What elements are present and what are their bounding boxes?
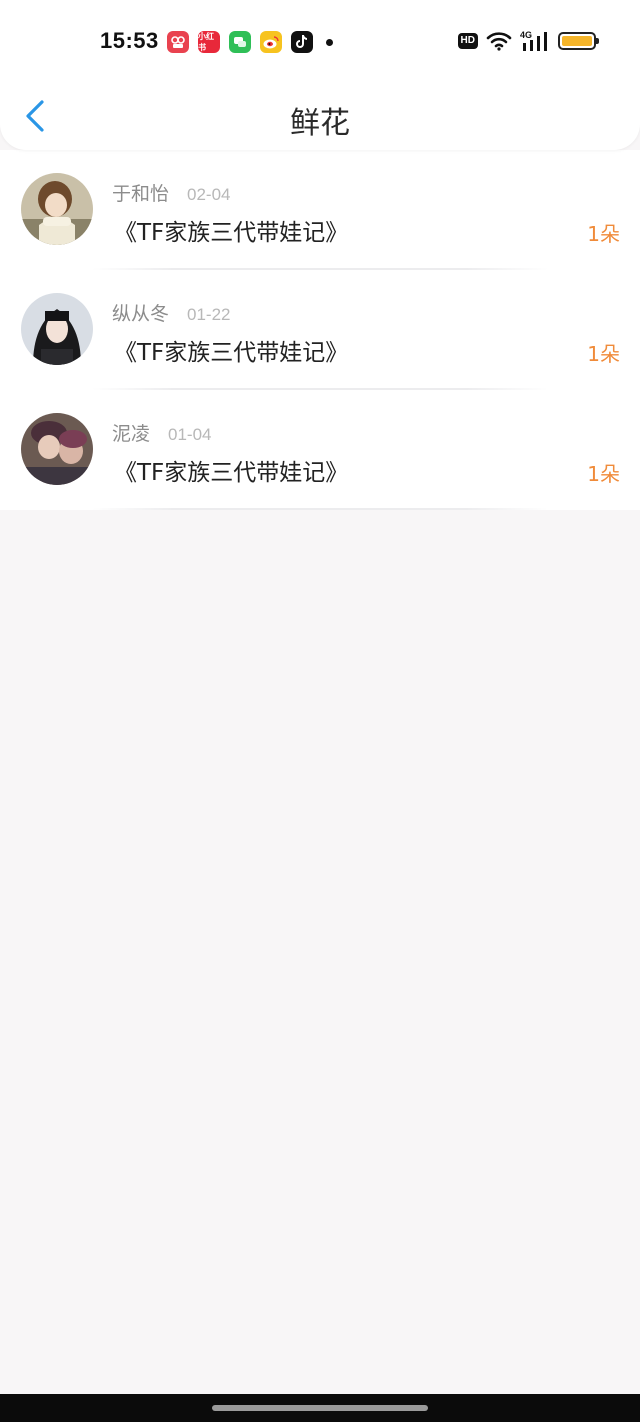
flower-count: 1朵 bbox=[587, 462, 620, 486]
weibo-app-icon bbox=[260, 31, 282, 53]
chat-app-icon bbox=[229, 31, 251, 53]
xiaohongshu-label: 小红书 bbox=[198, 32, 214, 52]
network-type: 4G bbox=[520, 30, 532, 40]
title-bar: 鲜花 bbox=[0, 86, 640, 150]
list-item[interactable]: 于和怡 02-04 《TF家族三代带娃记》 1朵 bbox=[0, 150, 640, 270]
home-indicator[interactable] bbox=[212, 1405, 428, 1411]
flower-list: 于和怡 02-04 《TF家族三代带娃记》 1朵 纵从冬 01-22 《TF家族三代… bbox=[0, 150, 640, 510]
user-name: 纵从冬 01-22 bbox=[112, 299, 231, 326]
user-name-text: 纵从冬 bbox=[112, 303, 170, 325]
user-name: 于和怡 02-04 bbox=[112, 179, 231, 206]
avatar[interactable] bbox=[21, 413, 93, 485]
list-item[interactable]: 泥凌 01-04 《TF家族三代带娃记》 1朵 bbox=[0, 390, 640, 510]
hd-badge: HD bbox=[457, 33, 478, 49]
date: 01-04 bbox=[168, 425, 212, 444]
user-name-text: 泥凌 bbox=[112, 423, 151, 445]
wifi-icon bbox=[486, 32, 512, 51]
book-title[interactable]: 《TF家族三代带娃记》 bbox=[114, 333, 348, 367]
flower-count: 1朵 bbox=[587, 342, 620, 366]
more-notifications-dot bbox=[326, 38, 333, 46]
gesture-bar bbox=[0, 1394, 640, 1422]
book-title[interactable]: 《TF家族三代带娃记》 bbox=[114, 213, 348, 247]
header: 15:53 小红书 HD 4G 鲜花 bbox=[0, 0, 640, 150]
screen: 15:53 小红书 HD 4G 鲜花 于和怡 02-04 《TF家族三代带娃记》… bbox=[0, 0, 640, 1422]
battery-icon bbox=[558, 32, 599, 50]
status-time: 15:53 bbox=[100, 28, 159, 53]
page-title: 鲜花 bbox=[290, 106, 350, 141]
camera-app-icon bbox=[167, 31, 189, 53]
flower-count: 1朵 bbox=[587, 222, 620, 246]
list-item[interactable]: 纵从冬 01-22 《TF家族三代带娃记》 1朵 bbox=[0, 270, 640, 390]
tiktok-app-icon bbox=[291, 31, 313, 53]
battery-level bbox=[562, 36, 592, 46]
system-icons: HD 4G bbox=[457, 30, 599, 52]
user-name-text: 于和怡 bbox=[112, 183, 170, 205]
user-name: 泥凌 01-04 bbox=[112, 419, 212, 446]
avatar[interactable] bbox=[21, 173, 93, 245]
signal-4g-icon: 4G bbox=[520, 30, 547, 51]
book-title[interactable]: 《TF家族三代带娃记》 bbox=[114, 453, 348, 487]
avatar[interactable] bbox=[21, 293, 93, 365]
notification-icons: 小红书 bbox=[167, 31, 333, 53]
date: 01-22 bbox=[187, 305, 231, 324]
row-divider bbox=[92, 508, 548, 510]
date: 02-04 bbox=[187, 185, 231, 204]
status-bar: 15:53 小红书 HD 4G bbox=[0, 0, 640, 86]
xiaohongshu-app-icon: 小红书 bbox=[198, 31, 220, 53]
